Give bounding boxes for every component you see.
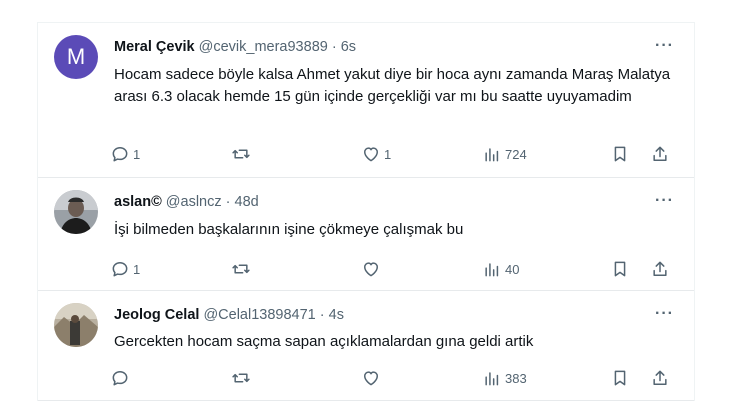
tweet[interactable]: aslan© @aslncz · 48d ··· İşi bilmeden ba… xyxy=(38,178,694,291)
reply-icon xyxy=(112,371,128,386)
reply-icon xyxy=(112,147,128,162)
user-handle[interactable]: @aslncz xyxy=(166,194,222,210)
bookmark-button[interactable] xyxy=(610,144,630,164)
reply-feed: M Meral Çevik @cevik_mera93889 · 6s ··· … xyxy=(37,22,695,401)
bookmark-button[interactable] xyxy=(610,368,630,388)
more-options-icon[interactable]: ··· xyxy=(655,305,674,323)
display-name[interactable]: aslan© xyxy=(114,194,162,210)
user-handle[interactable]: @cevik_mera93889 xyxy=(199,39,328,55)
share-button[interactable] xyxy=(650,259,670,279)
action-bar: 1 40 xyxy=(110,259,678,283)
reply-button[interactable]: 1 xyxy=(110,259,140,279)
reply-button[interactable] xyxy=(110,368,133,388)
tweet-header: Jeolog Celal @Celal13898471 · 4s xyxy=(114,307,344,323)
avatar[interactable] xyxy=(54,190,98,234)
retweet-icon xyxy=(232,264,250,274)
display-name[interactable]: Jeolog Celal xyxy=(114,307,199,323)
heart-icon xyxy=(364,371,378,386)
like-button[interactable]: 1 xyxy=(361,144,391,164)
share-button[interactable] xyxy=(650,144,670,164)
more-options-icon[interactable]: ··· xyxy=(655,37,674,55)
share-icon xyxy=(653,370,667,385)
user-handle[interactable]: @Celal13898471 xyxy=(203,307,315,323)
retweet-button[interactable] xyxy=(231,368,254,388)
bookmark-icon xyxy=(614,146,626,162)
timestamp[interactable]: 48d xyxy=(235,194,259,210)
analytics-icon xyxy=(485,372,499,386)
views-button[interactable]: 40 xyxy=(482,259,519,279)
avatar[interactable]: M xyxy=(54,35,98,79)
share-icon xyxy=(653,146,667,161)
more-options-icon[interactable]: ··· xyxy=(655,192,674,210)
action-bar: 1 1 724 xyxy=(110,144,678,168)
like-count: 1 xyxy=(384,146,392,162)
views-button[interactable]: 724 xyxy=(482,144,527,164)
analytics-icon xyxy=(485,263,499,277)
analytics-icon xyxy=(485,148,499,162)
avatar-photo xyxy=(54,303,98,347)
bookmark-icon xyxy=(614,370,626,386)
action-bar: 383 xyxy=(110,368,678,392)
bookmark-icon xyxy=(614,261,626,277)
view-count: 724 xyxy=(505,146,527,162)
share-button[interactable] xyxy=(650,368,670,388)
view-count: 40 xyxy=(505,261,520,277)
bookmark-button[interactable] xyxy=(610,259,630,279)
reply-icon xyxy=(112,262,128,277)
separator-dot: · xyxy=(331,39,337,55)
display-name[interactable]: Meral Çevik xyxy=(114,39,195,55)
separator-dot: · xyxy=(319,307,325,323)
retweet-icon xyxy=(232,149,250,159)
timestamp[interactable]: 4s xyxy=(329,307,344,323)
tweet-text: Hocam sadece böyle kalsa Ahmet yakut diy… xyxy=(114,66,671,105)
tweet[interactable]: M Meral Çevik @cevik_mera93889 · 6s ··· … xyxy=(38,23,694,178)
like-button[interactable] xyxy=(361,259,384,279)
views-button[interactable]: 383 xyxy=(482,368,527,388)
tweet-header: aslan© @aslncz · 48d xyxy=(114,194,259,210)
share-icon xyxy=(653,261,667,276)
reply-button[interactable]: 1 xyxy=(110,144,140,164)
retweet-icon xyxy=(232,373,250,383)
heart-icon xyxy=(364,147,378,162)
separator-dot: · xyxy=(225,194,231,210)
timestamp[interactable]: 6s xyxy=(341,39,356,55)
heart-icon xyxy=(364,262,378,277)
like-button[interactable] xyxy=(361,368,384,388)
avatar-letter: M xyxy=(66,44,86,69)
retweet-button[interactable] xyxy=(231,144,254,164)
view-count: 383 xyxy=(505,370,527,386)
avatar-photo xyxy=(54,190,98,234)
tweet-text: Gercekten hocam saçma sapan açıklamalard… xyxy=(114,333,534,350)
retweet-button[interactable] xyxy=(231,259,254,279)
avatar[interactable] xyxy=(54,303,98,347)
tweet-text: İşi bilmeden başkalarının işine çökmeye … xyxy=(114,221,464,238)
tweet-header: Meral Çevik @cevik_mera93889 · 6s xyxy=(114,39,356,55)
reply-count: 1 xyxy=(133,146,141,162)
tweet[interactable]: Jeolog Celal @Celal13898471 · 4s ··· Ger… xyxy=(38,291,694,401)
reply-count: 1 xyxy=(133,261,141,277)
